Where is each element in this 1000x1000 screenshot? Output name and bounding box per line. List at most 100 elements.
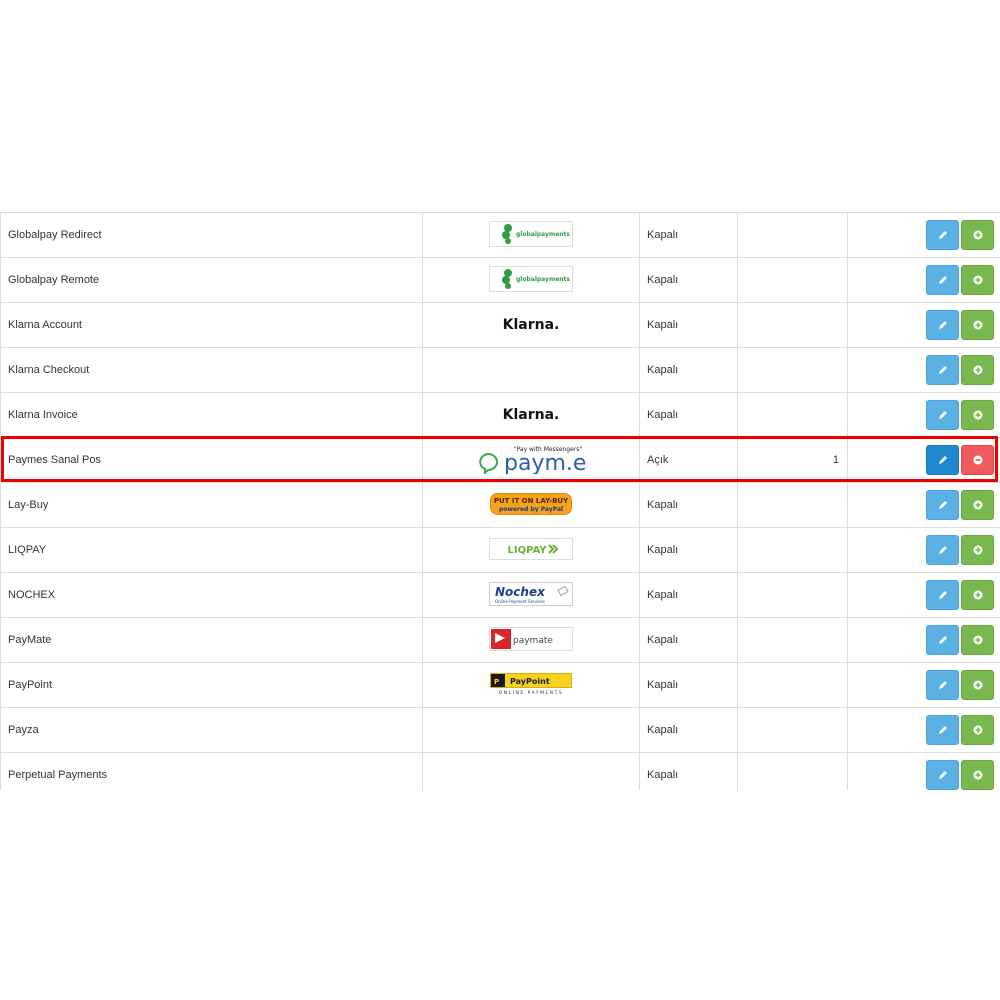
svg-text:PUT IT ON LAY-BUY: PUT IT ON LAY-BUY bbox=[494, 497, 569, 505]
table-row: Klarna Invoice Klarna. Kapalı bbox=[0, 392, 1000, 438]
status-text: Kapalı bbox=[647, 634, 679, 646]
edit-button[interactable] bbox=[926, 220, 959, 250]
actions-cell bbox=[847, 392, 1000, 438]
status-text: Kapalı bbox=[647, 499, 679, 511]
edit-button[interactable] bbox=[926, 265, 959, 295]
sort-order-cell bbox=[737, 257, 848, 303]
paypoint-logo: P PayPoint ONLINE PAYMENTS bbox=[490, 672, 572, 696]
extension-name: Globalpay Remote bbox=[8, 274, 100, 286]
table-row: LIQPAY LIQPAY Kapalı bbox=[0, 527, 1000, 573]
table-row: Globalpay Redirect globalpayments Kapalı bbox=[0, 212, 1000, 258]
svg-text:globalpayments: globalpayments bbox=[516, 231, 570, 238]
status-text: Kapalı bbox=[647, 769, 679, 781]
extension-name: Klarna Invoice bbox=[8, 409, 78, 421]
actions-cell bbox=[847, 257, 1000, 303]
paymate-logo: paymate bbox=[489, 626, 573, 651]
laybuy-logo: PUT IT ON LAY-BUYpowered by PayPal bbox=[490, 492, 572, 515]
status-text: Kapalı bbox=[647, 229, 679, 241]
sort-order-cell bbox=[737, 482, 848, 528]
edit-button[interactable] bbox=[926, 490, 959, 520]
edit-button[interactable] bbox=[926, 625, 959, 655]
extension-logo-cell: P PayPoint ONLINE PAYMENTS bbox=[422, 662, 640, 708]
actions-cell bbox=[847, 527, 1000, 573]
actions-cell bbox=[847, 302, 1000, 348]
klarna-logo: Klarna. bbox=[503, 317, 560, 333]
install-button[interactable] bbox=[961, 760, 994, 790]
status-text: Kapalı bbox=[647, 364, 679, 376]
extension-status-cell: Kapalı bbox=[639, 257, 738, 303]
install-button[interactable] bbox=[961, 355, 994, 385]
table-row: PayMate paymate Kapalı bbox=[0, 617, 1000, 663]
extension-name-cell: Lay-Buy bbox=[0, 482, 423, 528]
edit-button[interactable] bbox=[926, 760, 959, 790]
install-button[interactable] bbox=[961, 220, 994, 250]
extension-logo-cell: globalpayments bbox=[422, 257, 640, 303]
extension-name: Globalpay Redirect bbox=[8, 229, 102, 241]
extension-name: Perpetual Payments bbox=[8, 769, 108, 781]
extension-logo-cell: Nochex Online Payment Services bbox=[422, 572, 640, 618]
svg-text:LIQPAY: LIQPAY bbox=[507, 545, 547, 556]
extension-name: NOCHEX bbox=[8, 589, 56, 601]
extension-logo-cell bbox=[422, 707, 640, 753]
status-text: Kapalı bbox=[647, 544, 679, 556]
edit-button[interactable] bbox=[926, 400, 959, 430]
table-row: Perpetual Payments Kapalı bbox=[0, 752, 1000, 790]
sort-order-cell bbox=[737, 707, 848, 753]
sort-order-cell bbox=[737, 617, 848, 663]
status-text: Kapalı bbox=[647, 274, 679, 286]
svg-text:paym.es: paym.es bbox=[504, 451, 586, 474]
install-button[interactable] bbox=[961, 580, 994, 610]
payment-extensions-table-wrap: Globalpay Redirect globalpayments Kapalı Gl… bbox=[0, 212, 1000, 790]
extension-logo-cell: Klarna. bbox=[422, 392, 640, 438]
install-button[interactable] bbox=[961, 310, 994, 340]
extension-logo-cell: PUT IT ON LAY-BUY powered by PayPal bbox=[422, 482, 640, 528]
sort-order-cell bbox=[737, 212, 848, 258]
extension-logo-cell: paymate bbox=[422, 617, 640, 663]
install-button[interactable] bbox=[961, 265, 994, 295]
table-row: Paymes Sanal Pos "Pay with Messengers" pay… bbox=[0, 437, 1000, 483]
install-button[interactable] bbox=[961, 400, 994, 430]
edit-button[interactable] bbox=[926, 355, 959, 385]
table-row: Klarna Checkout Kapalı bbox=[0, 347, 1000, 393]
extension-name-cell: Klarna Checkout bbox=[0, 347, 423, 393]
edit-button[interactable] bbox=[926, 580, 959, 610]
edit-button[interactable] bbox=[926, 445, 959, 475]
status-text: Kapalı bbox=[647, 589, 679, 601]
extension-status-cell: Kapalı bbox=[639, 392, 738, 438]
extension-name: PayPoint bbox=[8, 679, 53, 691]
nochex-logo: NochexOnline Payment Services bbox=[489, 581, 573, 606]
actions-cell bbox=[847, 707, 1000, 753]
extension-name-cell: Globalpay Remote bbox=[0, 257, 423, 303]
edit-button[interactable] bbox=[926, 670, 959, 700]
extension-status-cell: Kapalı bbox=[639, 527, 738, 573]
install-button[interactable] bbox=[961, 490, 994, 520]
extension-logo-cell: "Pay with Messengers"paym.es bbox=[422, 437, 640, 483]
extension-status-cell: Kapalı bbox=[639, 302, 738, 348]
sort-order-cell bbox=[737, 572, 848, 618]
svg-text:ONLINE PAYMENTS: ONLINE PAYMENTS bbox=[499, 690, 563, 695]
extension-status-cell: Kapalı bbox=[639, 707, 738, 753]
extension-name-cell: PayPoint bbox=[0, 662, 423, 708]
globalpayments-logo: globalpayments bbox=[489, 220, 573, 247]
globalpayments-logo: globalpayments bbox=[489, 265, 573, 292]
edit-button[interactable] bbox=[926, 535, 959, 565]
actions-cell bbox=[847, 347, 1000, 393]
extension-status-cell: Kapalı bbox=[639, 662, 738, 708]
uninstall-button[interactable] bbox=[961, 445, 994, 475]
actions-cell bbox=[847, 482, 1000, 528]
extension-status-cell: Kapalı bbox=[639, 617, 738, 663]
sort-order-cell bbox=[737, 392, 848, 438]
extension-name-cell: PayMate bbox=[0, 617, 423, 663]
extension-name-cell: LIQPAY bbox=[0, 527, 423, 573]
extension-name-cell: Payza bbox=[0, 707, 423, 753]
install-button[interactable] bbox=[961, 625, 994, 655]
actions-cell bbox=[847, 662, 1000, 708]
extension-name: LIQPAY bbox=[8, 544, 47, 556]
install-button[interactable] bbox=[961, 535, 994, 565]
liqpay-logo: LIQPAY bbox=[489, 537, 573, 560]
edit-button[interactable] bbox=[926, 310, 959, 340]
install-button[interactable] bbox=[961, 715, 994, 745]
edit-button[interactable] bbox=[926, 715, 959, 745]
extension-status-cell: Kapalı bbox=[639, 752, 738, 790]
install-button[interactable] bbox=[961, 670, 994, 700]
